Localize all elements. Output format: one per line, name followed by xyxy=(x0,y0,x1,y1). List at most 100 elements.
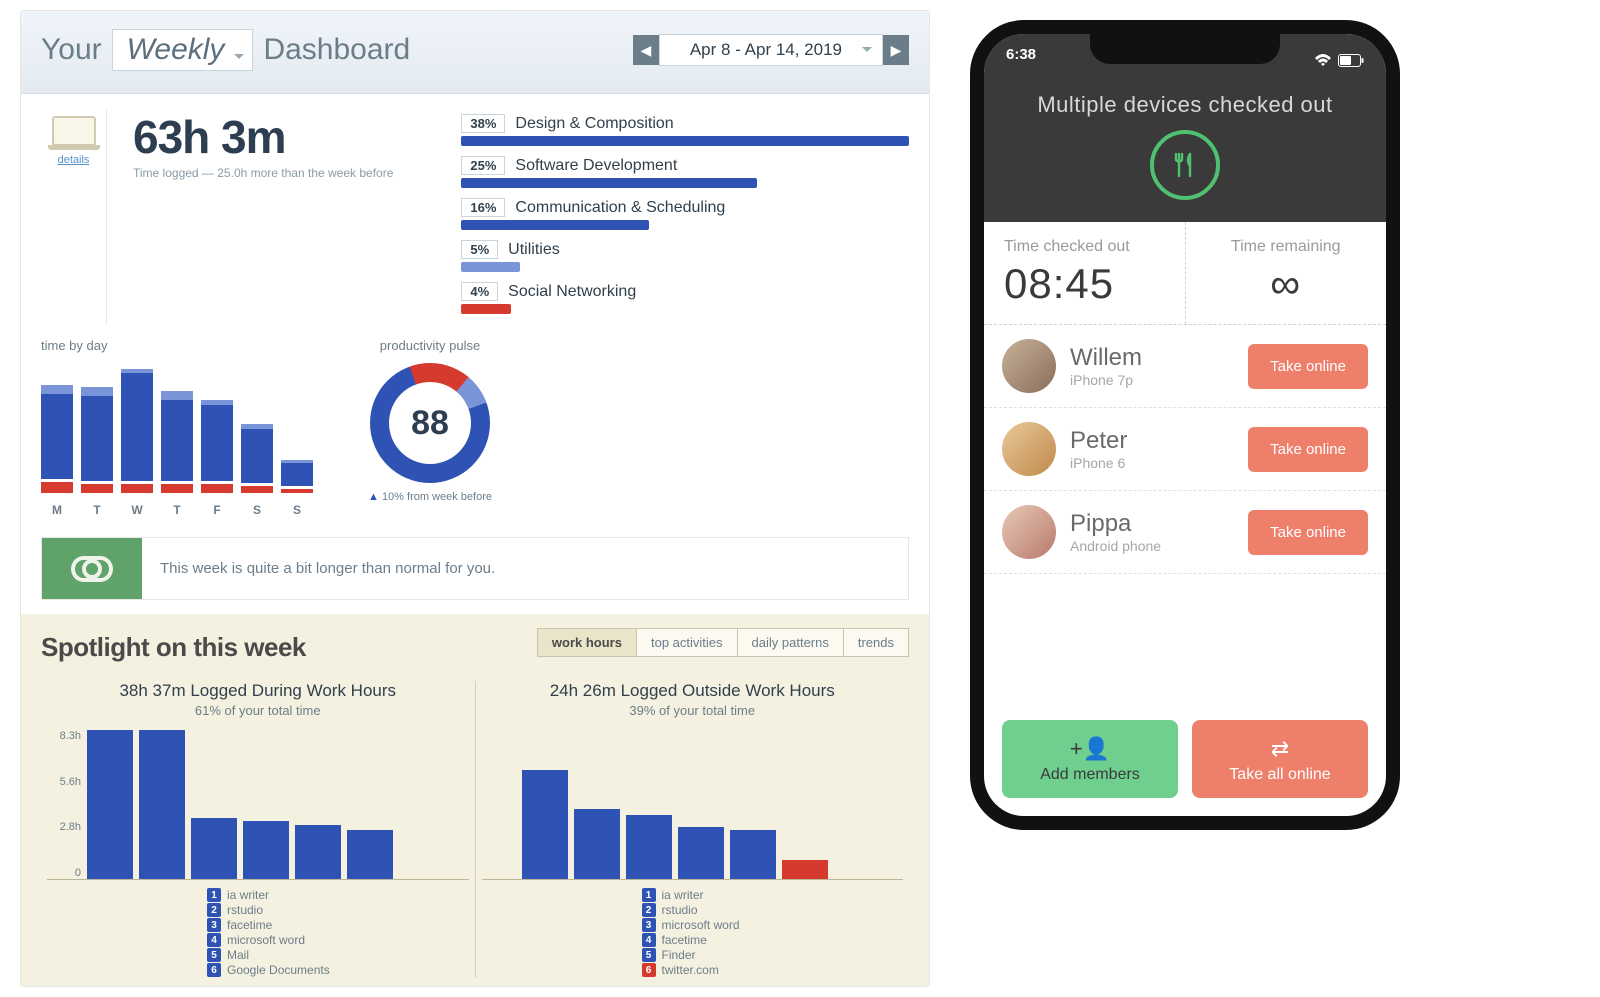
legend-row: 1 ia writer xyxy=(207,888,469,902)
member-row: WillemiPhone 7p Take online xyxy=(984,325,1386,408)
category-pct: 25% xyxy=(461,156,505,175)
title-pre: Your xyxy=(41,33,102,67)
details-link[interactable]: details xyxy=(58,154,90,166)
category-name: Software Development xyxy=(515,157,677,175)
legend-badge: 4 xyxy=(642,933,656,947)
take-online-button[interactable]: Take online xyxy=(1248,427,1368,472)
member-name: Pippa xyxy=(1070,510,1234,538)
legend-row: 1ia writer xyxy=(642,888,904,902)
time-by-day-chart xyxy=(41,363,331,493)
category-pct: 38% xyxy=(461,114,505,133)
category-bar xyxy=(461,220,649,230)
day-label: S xyxy=(241,503,273,517)
work-hours-chart: 8.3h5.6h2.8h0 xyxy=(47,730,469,880)
legend-row: 6Google Documents xyxy=(207,963,469,977)
legend-label: twitter.com xyxy=(662,963,719,977)
day-label: T xyxy=(81,503,113,517)
member-device: Android phone xyxy=(1070,538,1234,554)
legend-badge: 3 xyxy=(207,918,221,932)
status-time: 6:38 xyxy=(1006,46,1036,78)
legend-badge: 2 xyxy=(207,903,221,917)
legend-label: microsoft word xyxy=(227,933,305,947)
legend-badge: 1 xyxy=(642,888,656,902)
pulse-value: 88 xyxy=(389,382,471,464)
y-tick: 2.8h xyxy=(47,821,81,833)
add-members-label: Add members xyxy=(1040,766,1140,783)
member-row: PeteriPhone 6 Take online xyxy=(984,408,1386,491)
avatar xyxy=(1002,339,1056,393)
day-bar xyxy=(161,391,193,493)
period-dropdown[interactable]: Weekly xyxy=(112,29,254,71)
phone-mockup: 6:38 Multiple devices checked out xyxy=(970,20,1400,830)
category-row[interactable]: 4% Social Networking xyxy=(461,282,909,314)
category-row[interactable]: 38% Design & Composition xyxy=(461,114,909,146)
member-device: iPhone 7p xyxy=(1070,372,1234,388)
category-bar xyxy=(461,136,909,146)
work-hours-title: 38h 37m Logged During Work Hours xyxy=(47,681,469,701)
outside-hours-sub: 39% of your total time xyxy=(482,703,904,718)
swap-icon: ⇄ xyxy=(1192,736,1368,762)
legend-badge: 2 xyxy=(642,903,656,917)
avatar xyxy=(1002,422,1056,476)
insight-text: This week is quite a bit longer than nor… xyxy=(142,538,908,599)
category-name: Utilities xyxy=(508,241,560,259)
legend-label: ia writer xyxy=(227,888,269,902)
app-header-title: Multiple devices checked out xyxy=(984,92,1386,118)
avatar xyxy=(1002,505,1056,559)
member-row: PippaAndroid phone Take online xyxy=(984,491,1386,574)
date-prev-button[interactable]: ◀ xyxy=(633,35,659,65)
category-pct: 4% xyxy=(461,282,498,301)
legend-badge: 1 xyxy=(207,888,221,902)
legend-badge: 4 xyxy=(207,933,221,947)
spotlight-tab[interactable]: trends xyxy=(844,629,908,656)
time-remaining-label: Time remaining xyxy=(1206,238,1367,256)
dashboard-title: Your Weekly Dashboard xyxy=(41,29,410,71)
spotlight-tab[interactable]: work hours xyxy=(538,629,637,656)
spotlight-tab[interactable]: daily patterns xyxy=(738,629,844,656)
add-members-button[interactable]: +👤 Add members xyxy=(1002,720,1178,798)
category-name: Communication & Scheduling xyxy=(515,199,725,217)
category-bar xyxy=(461,262,519,272)
category-name: Design & Composition xyxy=(515,115,673,133)
meal-icon xyxy=(1150,130,1220,200)
member-name: Peter xyxy=(1070,427,1234,455)
category-row[interactable]: 5% Utilities xyxy=(461,240,909,272)
category-row[interactable]: 16%Communication & Scheduling xyxy=(461,198,909,230)
member-device: iPhone 6 xyxy=(1070,455,1234,471)
legend-badge: 3 xyxy=(642,918,656,932)
eye-icon xyxy=(42,538,142,599)
date-range-dropdown[interactable]: Apr 8 - Apr 14, 2019 xyxy=(659,34,883,66)
device-icon xyxy=(52,116,96,146)
time-checked-label: Time checked out xyxy=(1004,238,1165,256)
pulse-change: ▲ 10% from week before xyxy=(355,491,505,503)
time-by-day-label: time by day xyxy=(41,338,331,353)
legend-label: Google Documents xyxy=(227,963,330,977)
category-name: Social Networking xyxy=(508,283,636,301)
day-bar xyxy=(241,424,273,493)
date-next-button[interactable]: ▶ xyxy=(883,35,909,65)
legend-label: rstudio xyxy=(662,903,698,917)
day-label: M xyxy=(41,503,73,517)
dashboard-panel: Your Weekly Dashboard ◀ Apr 8 - Apr 14, … xyxy=(20,10,930,987)
title-post: Dashboard xyxy=(263,33,410,67)
spotlight-tab[interactable]: top activities xyxy=(637,629,738,656)
legend-row: 3microsoft word xyxy=(642,918,904,932)
category-bar xyxy=(461,178,756,188)
legend-row: 4facetime xyxy=(642,933,904,947)
take-online-button[interactable]: Take online xyxy=(1248,510,1368,555)
day-bar xyxy=(281,460,313,493)
category-bar xyxy=(461,304,510,314)
productivity-pulse-donut: 88 xyxy=(370,363,490,483)
time-checked-value: 08:45 xyxy=(1004,260,1165,308)
battery-icon xyxy=(1338,54,1364,71)
category-pct: 5% xyxy=(461,240,498,259)
take-all-online-button[interactable]: ⇄ Take all online xyxy=(1192,720,1368,798)
day-bar xyxy=(121,369,153,494)
category-row[interactable]: 25% Software Development xyxy=(461,156,909,188)
spotlight-tabs: work hourstop activitiesdaily patternstr… xyxy=(537,628,909,657)
y-tick: 8.3h xyxy=(47,730,81,742)
day-label: S xyxy=(281,503,313,517)
insight-banner: This week is quite a bit longer than nor… xyxy=(41,537,909,600)
take-online-button[interactable]: Take online xyxy=(1248,344,1368,389)
day-label: T xyxy=(161,503,193,517)
